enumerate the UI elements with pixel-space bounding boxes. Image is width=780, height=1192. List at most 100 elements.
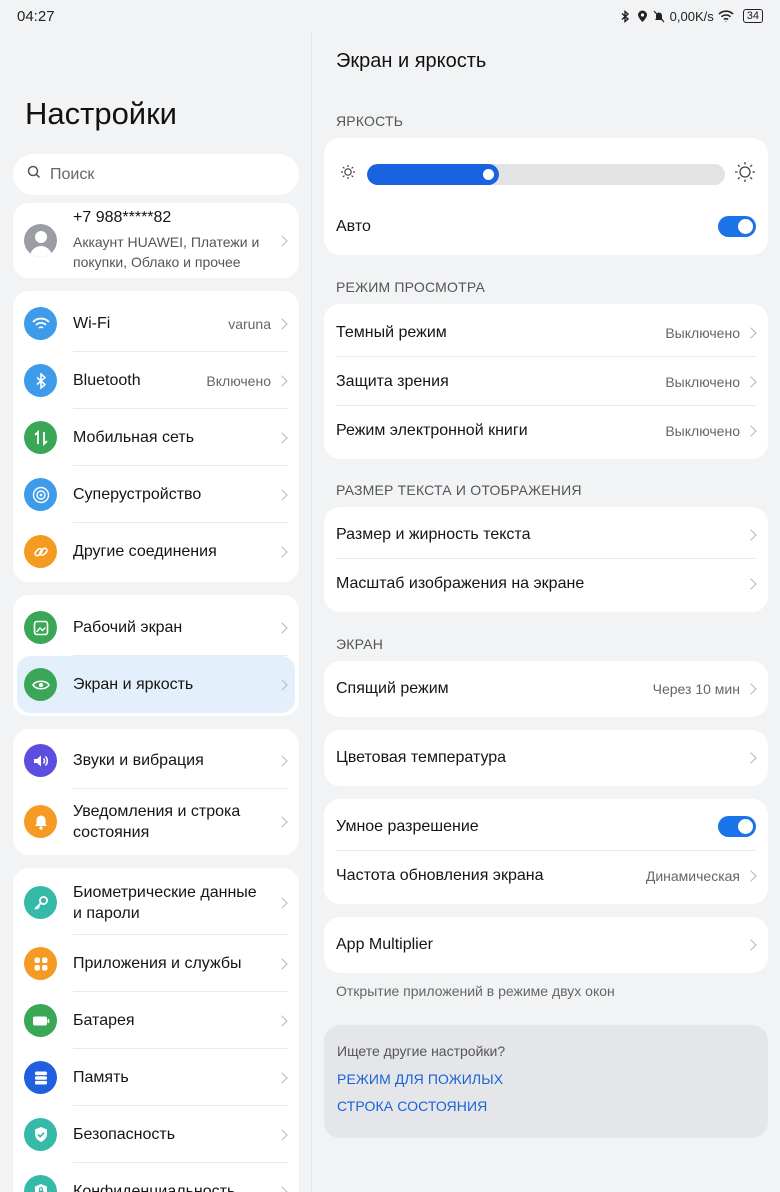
app-multiplier-row[interactable]: App Multiplier [324, 917, 768, 973]
view-mode-card: Темный режим Выключено Защита зрения Вык… [324, 304, 768, 459]
dark-mode-row[interactable]: Темный режим Выключено [324, 308, 768, 357]
sidebar-item-notifications[interactable]: Уведомления и строка состояния [13, 789, 299, 854]
sidebar-item-label: Wi-Fi [73, 315, 111, 332]
eye-icon [24, 668, 57, 701]
sidebar-item-wifi[interactable]: Wi-Fi varuna [13, 295, 299, 352]
chevron-right-icon [276, 678, 288, 691]
row-label: Защита зрения [336, 372, 449, 390]
sidebar-item-label: Суперустройство [73, 486, 202, 503]
section-header-screen: ЭКРАН [336, 636, 384, 652]
chevron-right-icon [276, 431, 288, 444]
brightness-track[interactable] [367, 163, 725, 185]
ebook-mode-row[interactable]: Режим электронной книги Выключено [324, 406, 768, 455]
sidebar-item-label: Конфиденциальность [73, 1183, 236, 1192]
section-header-view-mode: РЕЖИМ ПРОСМОТРА [336, 279, 485, 295]
row-label: Частота обновления экрана [336, 866, 544, 884]
account-phone: +7 988*****82 [73, 209, 172, 226]
wifi-network-name: varuna [228, 315, 271, 332]
sound-notifications-group: Звуки и вибрация Уведомления и строка со… [13, 729, 299, 855]
privacy-icon [24, 1175, 57, 1192]
smart-resolution-toggle[interactable] [718, 816, 756, 837]
sidebar-item-super-device[interactable]: Суперустройство [13, 466, 299, 523]
chevron-right-icon [745, 869, 757, 882]
display-group: Рабочий экран Экран и яркость [13, 595, 299, 716]
link-icon [24, 535, 57, 568]
chevron-right-icon [276, 545, 288, 558]
smart-resolution-row[interactable]: Умное разрешение [324, 802, 768, 851]
battery-icon [24, 1004, 57, 1037]
chevron-right-icon [745, 683, 757, 695]
chevron-right-icon [276, 317, 288, 330]
chevron-right-icon [745, 375, 757, 388]
sidebar-item-battery[interactable]: Батарея [13, 992, 299, 1049]
display-zoom-row[interactable]: Масштаб изображения на экране [324, 559, 768, 608]
row-label: Цветовая температура [336, 749, 507, 766]
sidebar-item-label: Приложения и службы [73, 955, 242, 972]
brightness-thumb[interactable] [483, 168, 494, 180]
chevron-right-icon [276, 1185, 288, 1192]
sidebar-item-display-brightness[interactable]: Экран и яркость [17, 656, 295, 713]
sidebar-item-label: Bluetooth [73, 372, 141, 389]
panel-title: Экран и яркость [336, 50, 487, 72]
sidebar-item-bluetooth[interactable]: Bluetooth Включено [13, 352, 299, 409]
sidebar-item-biometrics[interactable]: Биометрические данные и пароли [13, 870, 299, 935]
text-size-row[interactable]: Размер и жирность текста [324, 510, 768, 559]
sidebar-item-label: Рабочий экран [73, 619, 183, 636]
status-icons: 0,00K/s 34 [619, 9, 763, 24]
row-value: Динамическая [645, 867, 740, 884]
sidebar-item-security[interactable]: Безопасность [13, 1106, 299, 1163]
row-label: App Multiplier [336, 936, 433, 953]
row-label: Спящий режим [336, 680, 449, 697]
sidebar-item-sounds[interactable]: Звуки и вибрация [13, 732, 299, 789]
row-label: Режим электронной книги [336, 421, 528, 439]
sidebar-item-other-connections[interactable]: Другие соединения [13, 523, 299, 580]
sidebar-item-apps[interactable]: Приложения и службы [13, 935, 299, 992]
app-multiplier-card: App Multiplier [324, 917, 768, 973]
mobile-network-icon [24, 421, 57, 454]
row-label: Масштаб изображения на экране [336, 574, 585, 592]
chevron-right-icon [276, 1014, 288, 1027]
key-icon [24, 886, 57, 919]
sidebar-item-home-screen[interactable]: Рабочий экран [13, 599, 299, 656]
refresh-rate-row[interactable]: Частота обновления экрана Динамическая [324, 851, 768, 900]
display-brightness-panel: Экран и яркость ЯРКОСТЬ Авто РЕЖИМ ПРОСМ… [312, 32, 780, 1192]
status-time: 04:27 [17, 7, 55, 25]
brightness-slider[interactable] [336, 161, 756, 186]
chevron-right-icon [276, 374, 288, 387]
avatar [24, 224, 57, 257]
section-header-brightness: ЯРКОСТЬ [336, 113, 404, 129]
link-simple-mode[interactable]: РЕЖИМ ДЛЯ ПОЖИЛЫХ [337, 1071, 768, 1087]
chevron-right-icon [276, 1071, 288, 1084]
account-card[interactable]: +7 988*****82 Аккаунт HUAWEI, Платежи и … [13, 203, 299, 278]
search-bar[interactable] [13, 154, 299, 195]
resolution-card: Умное разрешение Частота обновления экра… [324, 799, 768, 904]
connections-group: Wi-Fi varuna Bluetooth Включено Мобильна… [13, 291, 299, 582]
sidebar-item-privacy[interactable]: Конфиденциальность [13, 1163, 299, 1192]
auto-brightness-row[interactable]: Авто [324, 202, 768, 251]
row-label: Темный режим [336, 323, 447, 341]
chevron-right-icon [276, 754, 288, 767]
chevron-right-icon [276, 488, 288, 501]
sidebar-item-storage[interactable]: Память [13, 1049, 299, 1106]
shield-icon [24, 1118, 57, 1151]
account-subtitle: Аккаунт HUAWEI, Платежи и покупки, Облак… [73, 234, 260, 270]
row-value: Через 10 мин [652, 681, 740, 697]
eye-comfort-row[interactable]: Защита зрения Выключено [324, 357, 768, 406]
link-status-bar[interactable]: СТРОКА СОСТОЯНИЯ [337, 1098, 768, 1114]
bell-icon [24, 805, 57, 838]
sleep-row[interactable]: Спящий режим Через 10 мин [324, 661, 768, 717]
more-settings-question: Ищете другие настройки? [337, 1043, 506, 1059]
brightness-fill [367, 163, 499, 185]
color-temperature-row[interactable]: Цветовая температура [324, 730, 768, 786]
text-size-card: Размер и жирность текста Масштаб изображ… [324, 507, 768, 612]
sidebar-item-mobile-network[interactable]: Мобильная сеть [13, 409, 299, 466]
row-label: Размер и жирность текста [336, 525, 531, 543]
chevron-right-icon [276, 621, 288, 634]
bluetooth-status-icon [619, 9, 632, 23]
sidebar-item-label: Память [73, 1069, 129, 1086]
row-value: Выключено [665, 422, 740, 439]
search-input[interactable] [50, 165, 270, 184]
sidebar-item-label: Звуки и вибрация [73, 752, 204, 769]
chevron-right-icon [745, 326, 757, 339]
auto-brightness-toggle[interactable] [718, 216, 756, 237]
